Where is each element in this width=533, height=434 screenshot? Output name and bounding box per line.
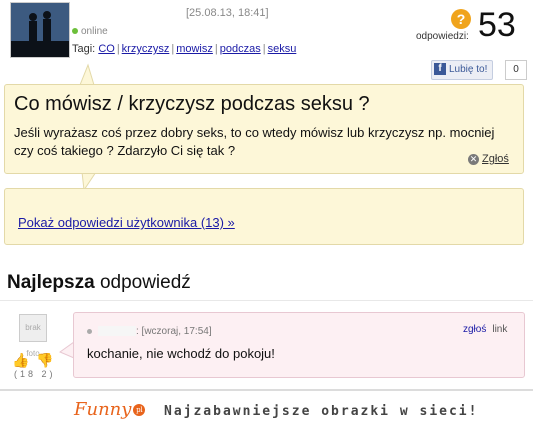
- user-answers-box: Pokaż odpowiedzi użytkownika (13) »: [4, 188, 524, 245]
- question-title: Co mówisz / krzyczysz podczas seksu ?: [14, 93, 370, 115]
- show-user-answers-link[interactable]: Pokaż odpowiedzi użytkownika (13) »: [18, 215, 235, 230]
- answer-actions: zgłoś link: [463, 324, 507, 335]
- funny-logo[interactable]: Funny pl: [74, 399, 146, 420]
- thumbs-down-icon[interactable]: 👎: [36, 352, 53, 368]
- best-answer-text: kochanie, nie wchodź do pokoju!: [87, 346, 275, 361]
- logo-badge: pl: [133, 404, 146, 416]
- answer-avatar[interactable]: brak foto: [19, 314, 47, 358]
- report-question-button[interactable]: ✕ Zgłoś: [468, 153, 509, 165]
- divider: [0, 300, 533, 301]
- answer-author-name[interactable]: [98, 326, 136, 337]
- footer-divider: [0, 389, 533, 391]
- answer-permalink[interactable]: link: [492, 324, 507, 335]
- status-dot-icon: [87, 328, 92, 334]
- question-box: Co mówisz / krzyczysz podczas seksu ? Je…: [4, 84, 524, 174]
- answer-meta: : [wczoraj, 17:54]: [87, 326, 212, 337]
- question-body: Jeśli wyrażasz coś przez dobry seks, to …: [14, 125, 495, 158]
- report-answer-link[interactable]: zgłoś: [463, 324, 486, 335]
- best-answer-box: [73, 312, 525, 378]
- thumbs-up-icon[interactable]: 👍: [12, 352, 29, 368]
- footer-slogan: Najzabawniejsze obrazki w sieci!: [164, 404, 479, 419]
- vote-counts: (18 2): [14, 369, 56, 379]
- close-icon: ✕: [468, 153, 479, 165]
- best-answer-heading: Najlepsza odpowiedź: [7, 272, 191, 293]
